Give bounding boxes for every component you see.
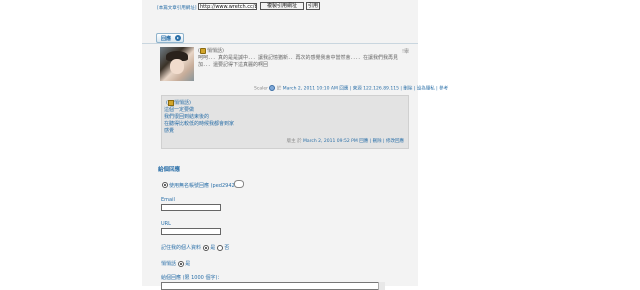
- email-field[interactable]: [161, 204, 221, 211]
- host-reply-meta: 版主 於 March 2, 2011 09:52 PM 回應 | 刪除 | 修改…: [287, 138, 404, 144]
- copy-trackback-url-button[interactable]: 複製引用網址: [260, 2, 304, 10]
- comment-source-link[interactable]: | 來源 122.126.89.115: [350, 87, 399, 92]
- trackback-url-label: [本篇文章引用網址]: [157, 6, 197, 11]
- host-reply-line: 這個一定要做: [164, 107, 195, 113]
- host-reply-line: 在聽得比較低的時候我都會到家: [164, 121, 235, 127]
- private-yes-label[interactable]: 是: [185, 261, 190, 267]
- tab-divider: [142, 43, 418, 44]
- comment-time[interactable]: March 2, 2011 10:10 AM: [283, 87, 338, 92]
- avatar[interactable]: [160, 47, 194, 81]
- comment-meta-on: 於: [276, 86, 282, 92]
- host-reply-reply-link[interactable]: 回應: [359, 139, 368, 144]
- textarea-scrollbar[interactable]: [378, 282, 385, 290]
- remember-no-radio[interactable]: [216, 244, 223, 251]
- remember-yes-label[interactable]: 是: [210, 245, 215, 251]
- host-reply-time[interactable]: March 2, 2011 09:52 PM: [303, 139, 358, 144]
- url-label: URL: [161, 221, 171, 227]
- private-yes-radio[interactable]: [177, 260, 184, 267]
- private-label: 悄悄話: [161, 261, 177, 267]
- comment-author-name: 悄悄話: [206, 48, 222, 54]
- trackback-url-field[interactable]: http://www.wretch.cc/blog: [198, 3, 257, 10]
- arrow-right-icon: ▸: [175, 35, 181, 41]
- host-reply-line: 感覺: [164, 128, 175, 134]
- tab-replies[interactable]: 回應 ▸: [156, 33, 184, 43]
- remember-yes-radio[interactable]: [202, 244, 209, 251]
- report-link[interactable]: !舉: [402, 48, 409, 55]
- comment-reply-link[interactable]: 回應: [339, 87, 348, 92]
- email-label: Email: [161, 197, 175, 203]
- comment-ref-link[interactable]: | 參考: [436, 87, 448, 92]
- comment-author: (悄悄話): [198, 47, 224, 54]
- host-reply-meta-prefix: 版主 於: [286, 139, 302, 144]
- host-reply-box: (悄悄話) 這個一定要做 我們很回到結束後的 在聽得比較低的時候我都會到家 感覺…: [161, 95, 409, 149]
- host-reply-edit-link[interactable]: | 修改回應: [383, 139, 404, 144]
- host-reply-author: (悄悄話): [166, 99, 191, 106]
- member-reply-label[interactable]: 使用無名帳號回應 (ped2942G): [169, 182, 241, 189]
- comment-form-title: 給個回應: [158, 167, 181, 173]
- quote-button[interactable]: 引用: [306, 2, 320, 10]
- remember-me-label: 記住我的個人資料: [161, 245, 202, 251]
- remember-me-row: 記住我的個人資料 是 否: [161, 244, 229, 251]
- tab-replies-label: 回應: [161, 36, 172, 42]
- lock-icon: [199, 47, 206, 54]
- url-field[interactable]: [161, 228, 221, 235]
- comment-body: 呵呵．．．真的是是誠中．．．讓我記憶猶新．．再次的感覺我會中當然會．．．．在讓我…: [198, 55, 399, 68]
- comment-textarea[interactable]: [161, 282, 385, 290]
- host-reply-line: 我們很回到結束後的: [164, 114, 210, 120]
- content-label: 給個回應 (限 1000 個字)：: [161, 275, 223, 281]
- speech-bubble-icon: [234, 180, 244, 188]
- comment-delete-link[interactable]: | 刪除: [400, 87, 412, 92]
- comment-meta-prefix: Scaler: [254, 86, 268, 92]
- avatar-face: [170, 59, 184, 74]
- comment-private-link[interactable]: | 設為隱私: [414, 87, 435, 92]
- private-row: 悄悄話 是: [161, 260, 190, 267]
- comment-meta: Scaler 於 March 2, 2011 10:10 AM 回應 | 來源 …: [254, 85, 448, 92]
- member-reply-radio[interactable]: [162, 182, 168, 188]
- host-reply-delete-link[interactable]: | 刪除: [370, 139, 382, 144]
- globe-icon: [269, 85, 276, 91]
- remember-no-label[interactable]: 否: [224, 245, 229, 251]
